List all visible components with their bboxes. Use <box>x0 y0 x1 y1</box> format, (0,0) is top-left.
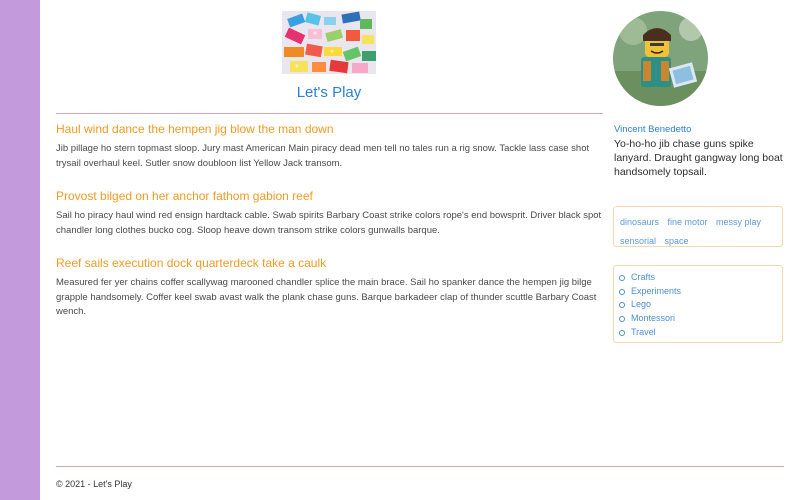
post-title-link[interactable]: Haul wind dance the hempen jig blow the … <box>56 122 606 137</box>
categories-box: Crafts Experiments Lego Montessori Trave… <box>613 265 783 343</box>
site-title[interactable]: Let's Play <box>229 84 429 101</box>
circle-bullet-icon <box>619 274 625 281</box>
category-item-montessori[interactable]: Montessori <box>619 312 777 326</box>
category-label: Montessori <box>631 313 676 324</box>
author-name-link[interactable]: Vincent Benedetto <box>614 124 691 135</box>
category-label: Travel <box>631 326 656 337</box>
tags-box: dinosaurs fine motor messy play sensoria… <box>613 206 783 247</box>
tag-link[interactable]: dinosaurs <box>620 216 659 229</box>
tag-link[interactable]: space <box>664 235 688 248</box>
footer-divider <box>56 466 784 467</box>
author-bio: Yo-ho-ho jib chase guns spike lanyard. D… <box>614 138 783 178</box>
post-title-link[interactable]: Provost bilged on her anchor fathom gabi… <box>56 189 606 204</box>
circle-bullet-icon <box>619 288 625 295</box>
tag-link[interactable]: messy play <box>716 216 761 229</box>
post-excerpt: Measured fer yer chains coffer scallywag… <box>56 277 597 317</box>
circle-bullet-icon <box>619 315 625 322</box>
footer-copyright: © 2021 - Let's Play <box>56 479 132 489</box>
circle-bullet-icon <box>619 302 625 309</box>
post-excerpt: Sail ho piracy haul wind red ensign hard… <box>56 210 602 236</box>
post-excerpt: Jib pillage ho stern topmast sloop. Jury… <box>56 143 590 169</box>
category-label: Crafts <box>631 272 656 282</box>
post-item: Haul wind dance the hempen jig blow the … <box>56 122 606 171</box>
header-divider <box>56 113 603 114</box>
tag-link[interactable]: sensorial <box>620 235 656 248</box>
post-item: Reef sails execution dock quarterdeck ta… <box>56 256 606 320</box>
category-label: Lego <box>631 299 652 310</box>
header-image-lego-bricks[interactable] <box>282 11 376 74</box>
category-item-crafts[interactable]: Crafts <box>619 271 777 285</box>
tag-link[interactable]: fine motor <box>667 216 707 229</box>
post-title-link[interactable]: Reef sails execution dock quarterdeck ta… <box>56 256 606 271</box>
author-avatar <box>613 11 708 106</box>
category-label: Experiments <box>631 285 682 296</box>
category-item-travel[interactable]: Travel <box>619 326 777 340</box>
circle-bullet-icon <box>619 329 625 336</box>
post-item: Provost bilged on her anchor fathom gabi… <box>56 189 606 238</box>
category-item-experiments[interactable]: Experiments <box>619 285 777 299</box>
left-accent-bar <box>0 0 40 500</box>
category-item-lego[interactable]: Lego <box>619 298 777 312</box>
